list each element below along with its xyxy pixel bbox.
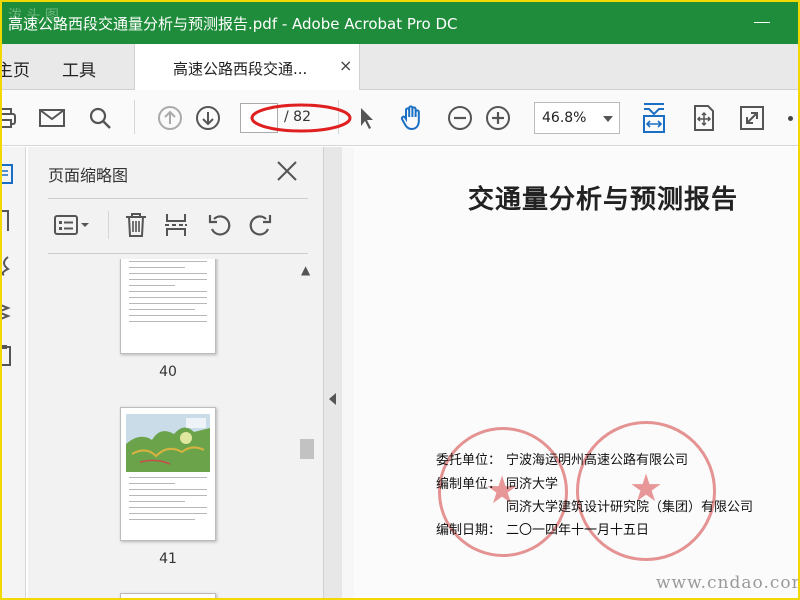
- document-view: 交通量分析与预测报告 ★ ★ 委托单位： 宁波海运明州高速公路有限公司 编制单位…: [342, 147, 798, 598]
- zoom-in-icon[interactable]: [480, 100, 516, 136]
- site-watermark: www.cndao.com: [656, 573, 798, 593]
- document-tab-label: 高速公路西段交通...: [173, 60, 308, 78]
- title-bar: 泼 头 图 高速公路西段交通量分析与预测报告.pdf - Adobe Acrob…: [2, 2, 798, 44]
- delete-icon[interactable]: [118, 207, 154, 243]
- thumbnail-page-number: 40: [159, 364, 177, 380]
- date-value: 二〇一四年十一月十五日: [506, 523, 650, 538]
- zoom-out-icon[interactable]: [442, 100, 478, 136]
- pdf-page: 交通量分析与预测报告 ★ ★ 委托单位： 宁波海运明州高速公路有限公司 编制单位…: [354, 147, 798, 598]
- menu-bar: 主页 工具 高速公路西段交通... ×: [2, 44, 798, 90]
- red-seal-stamp: ★: [576, 421, 716, 561]
- chevron-down-icon: [603, 116, 613, 122]
- left-navigation-rail: [2, 147, 26, 598]
- thumbnail-page-40[interactable]: [120, 259, 216, 354]
- client-value: 宁波海运明州高速公路有限公司: [506, 453, 689, 468]
- client-label: 委托单位：: [436, 453, 502, 468]
- thumbnail-page-number: 41: [159, 551, 177, 567]
- author-label: 编制单位：: [436, 477, 502, 492]
- author-value-2: 同济大学建筑设计研究院（集团）有限公司: [506, 500, 754, 515]
- document-title: 交通量分析与预测报告: [468, 185, 739, 215]
- acrobat-window: 泼 头 图 高速公路西段交通量分析与预测报告.pdf - Adobe Acrob…: [2, 2, 798, 598]
- next-page-icon[interactable]: [190, 100, 226, 136]
- toolbar-separator: [134, 100, 135, 134]
- hand-icon[interactable]: [394, 100, 430, 136]
- close-icon[interactable]: ×: [339, 56, 352, 75]
- rotate-right-icon[interactable]: [242, 207, 278, 243]
- email-icon[interactable]: [34, 100, 70, 136]
- more-icon[interactable]: [788, 116, 793, 121]
- zoom-dropdown[interactable]: 46.8%: [534, 102, 620, 134]
- thumbnail-options-icon[interactable]: [48, 207, 98, 243]
- thumbnail-list: 40 41: [28, 259, 298, 598]
- zoom-value: 46.8%: [542, 110, 587, 126]
- fit-width-icon[interactable]: [636, 100, 672, 136]
- toolbar: / 82 46.8%: [2, 90, 798, 146]
- bookmark-icon[interactable]: [2, 209, 16, 233]
- fit-page-icon[interactable]: [686, 100, 722, 136]
- minimize-button[interactable]: [754, 22, 770, 23]
- chevron-up-icon[interactable]: ▲: [301, 263, 310, 277]
- search-icon[interactable]: [82, 100, 118, 136]
- document-tab[interactable]: 高速公路西段交通... ×: [134, 44, 360, 90]
- extract-icon[interactable]: [158, 207, 194, 243]
- map-image: [126, 414, 210, 472]
- date-label: 编制日期：: [436, 523, 502, 538]
- fullscreen-icon[interactable]: [734, 100, 770, 136]
- thumbnail-scrollbar[interactable]: ▲: [298, 261, 316, 598]
- menu-home[interactable]: 主页: [2, 56, 30, 81]
- divider: [48, 198, 308, 199]
- page-thumbnails-icon[interactable]: [2, 163, 16, 185]
- prev-page-icon[interactable]: [152, 100, 188, 136]
- collapse-arrow-icon[interactable]: [329, 393, 336, 405]
- annotation-ellipse: [248, 101, 354, 139]
- clipboard-icon[interactable]: [2, 343, 16, 367]
- panel-splitter[interactable]: [324, 147, 342, 598]
- menu-tools[interactable]: 工具: [62, 56, 96, 81]
- scroll-thumb[interactable]: [300, 439, 314, 459]
- toolbar-separator: [108, 211, 109, 239]
- panel-title: 页面缩略图: [48, 166, 129, 185]
- thumbnail-page-41[interactable]: [120, 407, 216, 541]
- author-value: 同济大学: [506, 477, 559, 492]
- layers-icon[interactable]: [2, 299, 16, 323]
- window-title: 高速公路西段交通量分析与预测报告.pdf - Adobe Acrobat Pro…: [8, 15, 458, 33]
- print-icon[interactable]: [2, 100, 24, 136]
- attachment-icon[interactable]: [2, 253, 16, 277]
- close-icon[interactable]: [275, 159, 299, 187]
- divider: [48, 253, 308, 254]
- thumbnail-page-42[interactable]: [120, 593, 216, 598]
- rotate-left-icon[interactable]: [202, 207, 238, 243]
